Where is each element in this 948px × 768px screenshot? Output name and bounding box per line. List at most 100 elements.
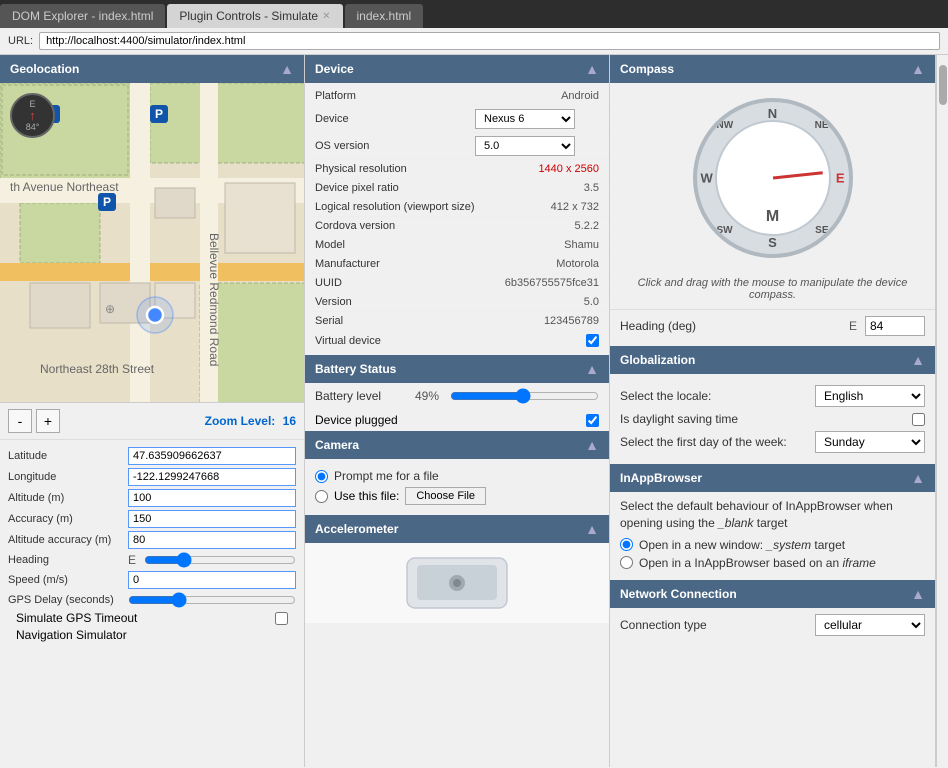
- heading-row-compass: Heading (deg) E: [610, 309, 935, 342]
- svg-text:P: P: [103, 195, 111, 209]
- compass-header: Compass ▲: [610, 55, 935, 83]
- locale-row: Select the locale: English Spanish Frenc…: [620, 385, 925, 407]
- altitude-row: Altitude (m): [8, 489, 296, 507]
- model-label: Model: [315, 239, 475, 251]
- network-section: Network Connection ▲ Connection type cel…: [610, 580, 935, 642]
- altitude-input[interactable]: [128, 489, 296, 507]
- first-day-select[interactable]: Sunday Monday Saturday: [815, 431, 925, 453]
- device-section: Device ▲ Platform Android Device Nexus 6…: [305, 55, 609, 355]
- battery-level-slider[interactable]: [450, 388, 599, 404]
- device-device-select[interactable]: Nexus 6 Nexus 5 Galaxy S6: [475, 109, 575, 129]
- device-row-platform: Platform Android: [305, 87, 609, 106]
- heading-label: Heading: [8, 554, 128, 566]
- device-row-phys-res: Physical resolution 1440 x 2560: [305, 160, 609, 179]
- tab-index[interactable]: index.html: [345, 4, 424, 28]
- battery-plugged-row: Device plugged: [305, 409, 609, 431]
- connection-type-select[interactable]: cellular wifi ethernet none unknown: [815, 614, 925, 636]
- battery-header: Battery Status ▲: [305, 355, 609, 383]
- right-panel: Compass ▲ N S E W NE SE SW NW: [610, 55, 936, 767]
- model-value: Shamu: [475, 239, 599, 251]
- map-container[interactable]: th Avenue Northeast Northeast 28th Stree…: [0, 83, 304, 403]
- map-background: th Avenue Northeast Northeast 28th Stree…: [0, 83, 304, 402]
- pixel-ratio-label: Device pixel ratio: [315, 182, 475, 194]
- heading-slider[interactable]: [144, 552, 296, 568]
- uuid-label: UUID: [315, 277, 475, 289]
- camera-radio1-row: Prompt me for a file: [315, 469, 599, 483]
- alt-accuracy-row: Altitude accuracy (m): [8, 531, 296, 549]
- tab-plugin-close[interactable]: ✕: [322, 11, 330, 22]
- daylight-checkbox[interactable]: [912, 413, 925, 426]
- device-row-pixel-ratio: Device pixel ratio 3.5: [305, 179, 609, 198]
- heading-deg-input[interactable]: [865, 316, 925, 336]
- globalization-collapse[interactable]: ▲: [911, 352, 925, 368]
- globalization-content: Select the locale: English Spanish Frenc…: [610, 374, 935, 464]
- alt-accuracy-input[interactable]: [128, 531, 296, 549]
- simulate-timeout-checkbox[interactable]: [275, 612, 288, 625]
- gps-delay-slider[interactable]: [128, 592, 296, 608]
- inappbrowser-collapse[interactable]: ▲: [911, 470, 925, 486]
- tab-dom-explorer[interactable]: DOM Explorer - index.html: [0, 4, 165, 28]
- geolocation-collapse[interactable]: ▲: [280, 61, 294, 77]
- nav-sim-row: Navigation Simulator: [16, 628, 288, 642]
- camera-radio2-row: Use this file: Choose File: [315, 487, 599, 505]
- accuracy-input[interactable]: [128, 510, 296, 528]
- compass-outer-ring: N S E W NE SE SW NW M: [693, 98, 853, 258]
- gps-delay-label: GPS Delay (seconds): [8, 594, 128, 606]
- longitude-input[interactable]: [128, 468, 296, 486]
- iab-radio1[interactable]: [620, 538, 633, 551]
- compass-circle[interactable]: N S E W NE SE SW NW M: [693, 98, 853, 258]
- tab-plugin-controls[interactable]: Plugin Controls - Simulate ✕: [167, 4, 342, 28]
- tab-index-label: index.html: [357, 9, 412, 23]
- choose-file-button[interactable]: Choose File: [405, 487, 486, 505]
- compass-collapse[interactable]: ▲: [911, 61, 925, 77]
- accelerometer-collapse[interactable]: ▲: [585, 521, 599, 537]
- latitude-input[interactable]: [128, 447, 296, 465]
- scrollbar-thumb[interactable]: [939, 65, 947, 105]
- inappbrowser-section: InAppBrowser ▲ Select the default behavi…: [610, 464, 935, 580]
- device-collapse[interactable]: ▲: [585, 61, 599, 77]
- os-version-select[interactable]: 5.0 4.4 6.0: [475, 136, 575, 156]
- iab-radio2[interactable]: [620, 556, 633, 569]
- manufacturer-label: Manufacturer: [315, 258, 475, 270]
- compass-title: Compass: [620, 62, 674, 76]
- platform-value: Android: [475, 90, 599, 102]
- connection-type-label: Connection type: [620, 618, 815, 632]
- logical-res-label: Logical resolution (viewport size): [315, 201, 475, 213]
- compass-M: M: [766, 208, 779, 226]
- camera-radio2[interactable]: [315, 490, 328, 503]
- zoom-out-button[interactable]: -: [8, 409, 32, 433]
- compass-S: S: [768, 235, 777, 250]
- first-day-row: Select the first day of the week: Sunday…: [620, 431, 925, 453]
- device-row-cordova: Cordova version 5.2.2: [305, 217, 609, 236]
- virtual-device-checkbox[interactable]: [586, 334, 599, 347]
- svg-text:Bellevue Redmond Road: Bellevue Redmond Road: [207, 233, 221, 366]
- first-day-label: Select the first day of the week:: [620, 435, 815, 449]
- phys-res-label: Physical resolution: [315, 163, 475, 175]
- camera-collapse[interactable]: ▲: [585, 437, 599, 453]
- camera-radio1[interactable]: [315, 470, 328, 483]
- battery-collapse[interactable]: ▲: [585, 361, 599, 377]
- inappbrowser-content: Select the default behaviour of InAppBro…: [610, 492, 935, 580]
- inappbrowser-desc: Select the default behaviour of InAppBro…: [620, 498, 925, 532]
- scrollbar[interactable]: [936, 55, 948, 767]
- compass-N: N: [768, 106, 777, 121]
- platform-label: Platform: [315, 90, 475, 102]
- network-collapse[interactable]: ▲: [911, 586, 925, 602]
- speed-label: Speed (m/s): [8, 574, 128, 586]
- logical-res-value: 412 x 732: [475, 201, 599, 213]
- iab-radio1-row: Open in a new window: _system target: [620, 538, 925, 552]
- device-fields: Platform Android Device Nexus 6 Nexus 5 …: [305, 83, 609, 355]
- alt-accuracy-label: Altitude accuracy (m): [8, 534, 128, 546]
- zoom-in-button[interactable]: +: [36, 409, 60, 433]
- latitude-row: Latitude: [8, 447, 296, 465]
- svg-text:P: P: [155, 107, 163, 121]
- serial-label: Serial: [315, 315, 475, 327]
- nav-sim-label: Navigation Simulator: [16, 628, 288, 642]
- accelerometer-title: Accelerometer: [315, 522, 398, 536]
- locale-select[interactable]: English Spanish French German: [815, 385, 925, 407]
- url-input[interactable]: [39, 32, 940, 50]
- battery-plugged-checkbox[interactable]: [586, 414, 599, 427]
- pixel-ratio-value: 3.5: [475, 182, 599, 194]
- svg-text:⊕: ⊕: [105, 302, 115, 316]
- speed-input[interactable]: [128, 571, 296, 589]
